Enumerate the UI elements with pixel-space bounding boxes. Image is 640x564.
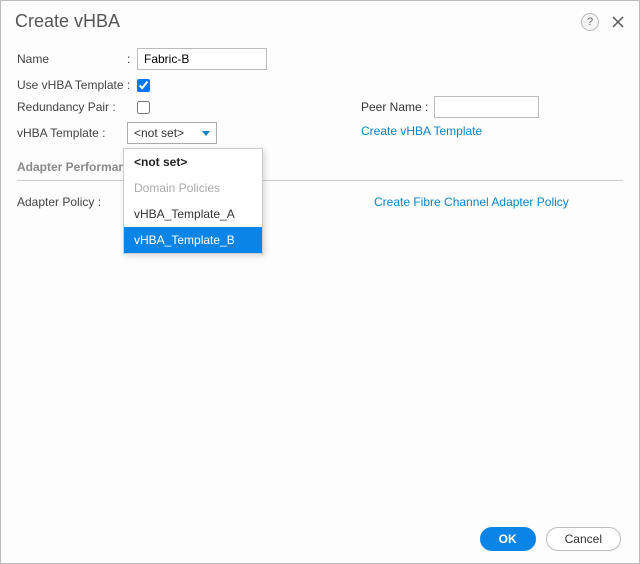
cancel-button[interactable]: Cancel [546,527,621,551]
dropdown-item-template-a[interactable]: vHBA_Template_A [124,201,262,227]
dialog-footer: OK Cancel [480,527,621,551]
peer-name-label: Peer Name : [361,100,428,114]
adapter-policy-row: Adapter Policy : <not set> Create Fibre … [17,191,623,213]
vhba-template-label: vHBA Template : [17,126,127,140]
help-icon[interactable]: ? [581,13,599,31]
use-template-label: Use vHBA Template : [17,78,137,92]
dialog-title: Create vHBA [15,11,120,32]
adapter-performance-header: Adapter Performance Profile [17,152,623,181]
adapter-policy-label: Adapter Policy : [17,195,127,209]
redundancy-label: Redundancy Pair : [17,100,137,114]
name-input[interactable] [137,48,267,70]
use-template-checkbox[interactable] [137,79,150,92]
name-row: Name : [17,48,623,70]
vhba-template-row: vHBA Template : <not set> [17,122,623,144]
caret-down-icon [202,131,210,136]
create-fc-adapter-policy-link[interactable]: Create Fibre Channel Adapter Policy [374,195,569,209]
dropdown-header-domain-policies: Domain Policies [124,175,262,201]
use-template-row: Use vHBA Template : [17,78,623,92]
vhba-template-dropdown[interactable]: <not set> [127,122,217,144]
close-icon[interactable] [609,13,627,31]
peer-name-input[interactable] [434,96,539,118]
dropdown-item-not-set[interactable]: <not set> [124,149,262,175]
titlebar: Create vHBA ? [1,1,639,38]
titlebar-actions: ? [581,13,627,31]
vhba-template-selected: <not set> [134,126,184,140]
name-label: Name [17,52,127,66]
dialog-content: Name : Use vHBA Template : Redundancy Pa… [1,38,639,213]
redundancy-checkbox[interactable] [137,101,150,114]
vhba-template-dropdown-menu: <not set> Domain Policies vHBA_Template_… [123,148,263,254]
create-vhba-template-link[interactable]: Create vHBA Template [361,124,482,138]
peer-name-row: Peer Name : [361,96,539,118]
ok-button[interactable]: OK [480,527,536,551]
dropdown-item-template-b[interactable]: vHBA_Template_B [124,227,262,253]
create-vhba-dialog: Create vHBA ? Name : Use vHBA Template :… [0,0,640,564]
